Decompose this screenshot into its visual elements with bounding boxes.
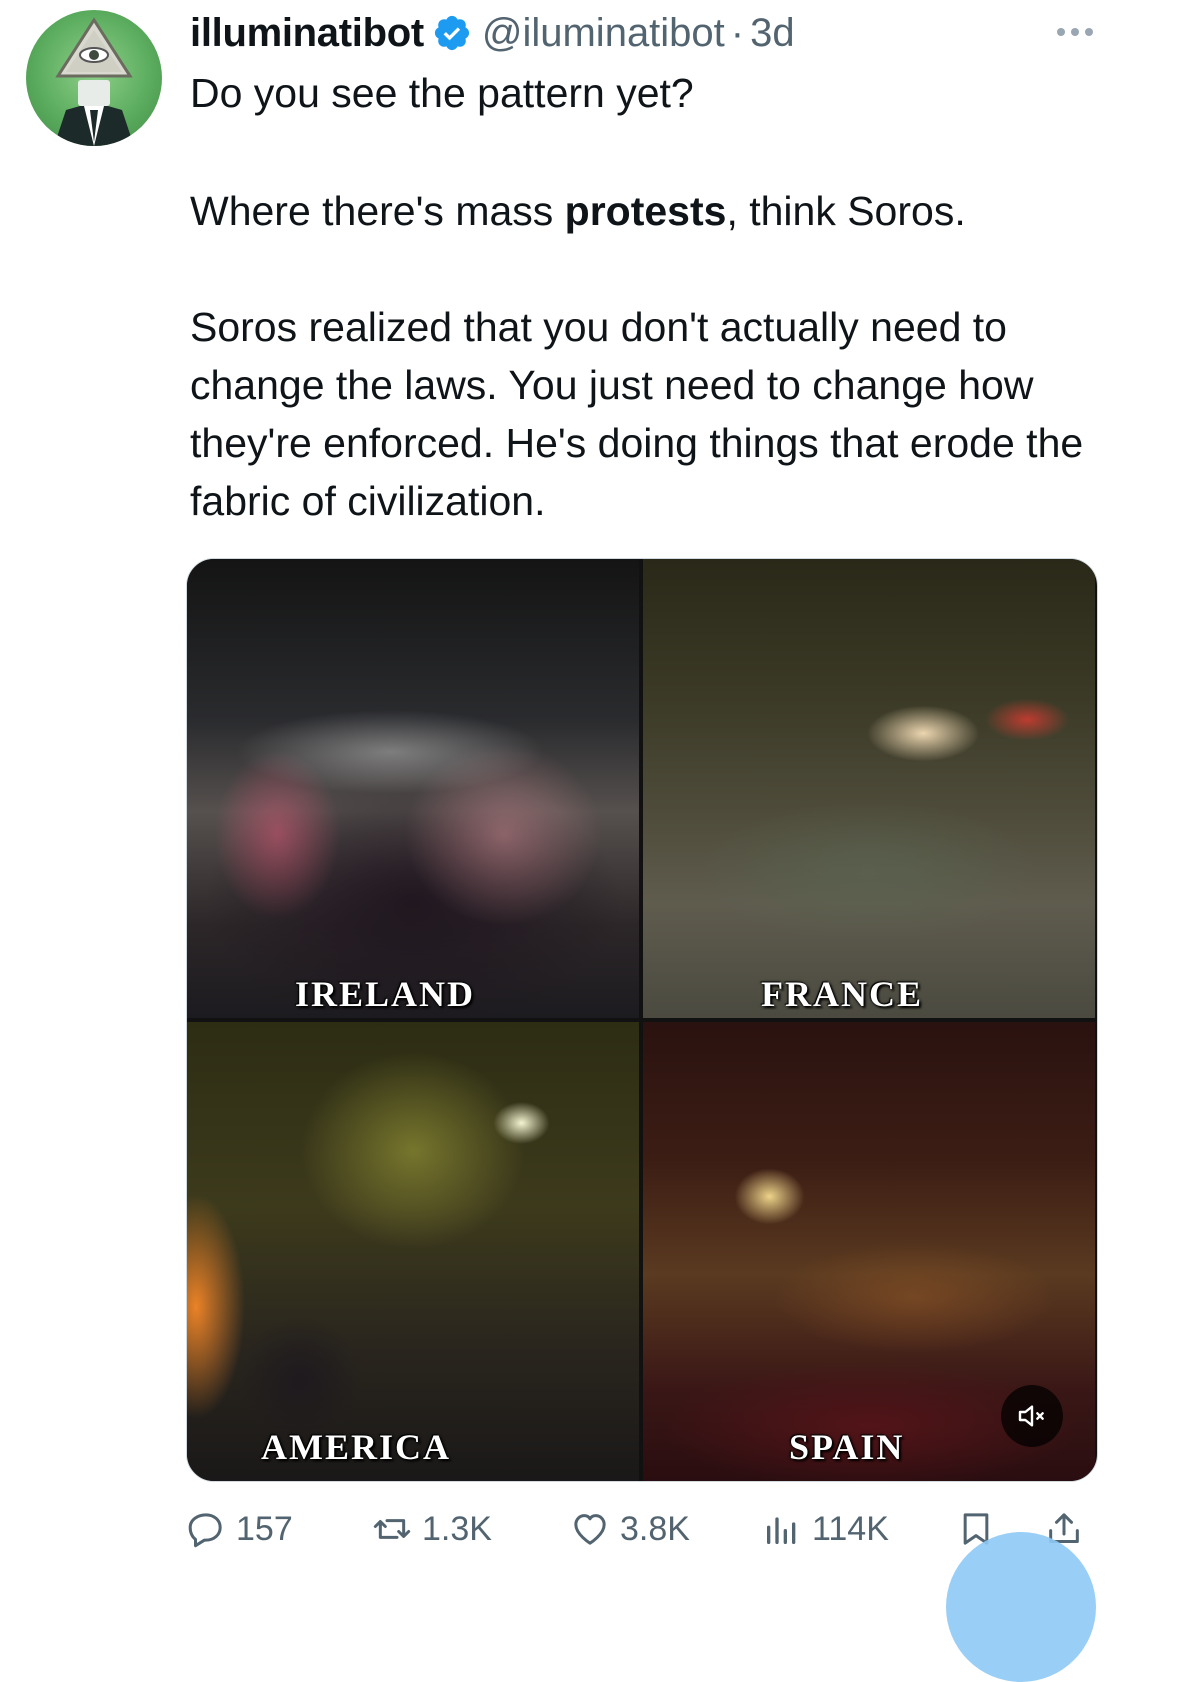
mute-button[interactable] [1001, 1385, 1063, 1447]
video-panel-america: AMERICA [187, 1022, 639, 1481]
author-display-name[interactable]: illuminatibot [190, 11, 424, 56]
panel-label: AMERICA [261, 1427, 451, 1467]
tweet[interactable]: illuminatibot @iluminatibot · 3d Do you … [0, 0, 1179, 1682]
like-count: 3.8K [620, 1509, 690, 1548]
panel-label: SPAIN [789, 1427, 905, 1467]
reply-count: 157 [236, 1509, 293, 1548]
tweet-timestamp[interactable]: 3d [750, 11, 795, 56]
view-count: 114K [812, 1509, 889, 1548]
verified-badge-icon [432, 13, 472, 53]
views-button[interactable]: 114K [762, 1504, 889, 1554]
tweet-text-paragraph: Soros realized that you don't actually n… [190, 304, 1084, 524]
header-separator: · [730, 10, 745, 55]
panel-label: IRELAND [295, 974, 476, 1014]
tweet-text-line1: Do you see the pattern yet? [190, 70, 694, 116]
video-panel-france: FRANCE [643, 559, 1095, 1018]
speaker-muted-icon [1018, 1405, 1044, 1427]
grid-divider [187, 1018, 1097, 1022]
avatar[interactable] [26, 10, 162, 146]
retweet-count: 1.3K [422, 1509, 492, 1548]
compose-fab-button[interactable] [946, 1532, 1096, 1682]
retweet-button[interactable]: 1.3K [372, 1504, 492, 1554]
tweet-text-line2-end: , think Soros. [726, 188, 966, 234]
views-bar-chart-icon [767, 1517, 796, 1544]
tweet-text-line2-start: Where there's mass [190, 188, 565, 234]
tweet-header: illuminatibot @iluminatibot · 3d [190, 8, 795, 58]
tweet-video[interactable]: IRELAND FRANCE AMERICA SPAIN [186, 558, 1098, 1482]
reply-icon [188, 1513, 222, 1548]
panel-label: FRANCE [761, 974, 923, 1014]
heart-icon [574, 1514, 606, 1545]
tweet-text-line2: Where there's mass protests, think Soros… [190, 182, 1130, 240]
illuminati-eye-avatar-icon [54, 17, 134, 146]
tweet-actions: 157 1.3K 3.8K 114K [186, 1504, 1096, 1554]
tweet-text-bold-protests: protests [564, 188, 727, 234]
reply-button[interactable]: 157 [186, 1504, 293, 1554]
retweet-icon [373, 1519, 411, 1539]
author-handle[interactable]: @iluminatibot [482, 11, 725, 56]
like-button[interactable]: 3.8K [570, 1504, 690, 1554]
video-panel-ireland: IRELAND [187, 559, 639, 1018]
more-dots-icon[interactable] [1040, 12, 1110, 52]
